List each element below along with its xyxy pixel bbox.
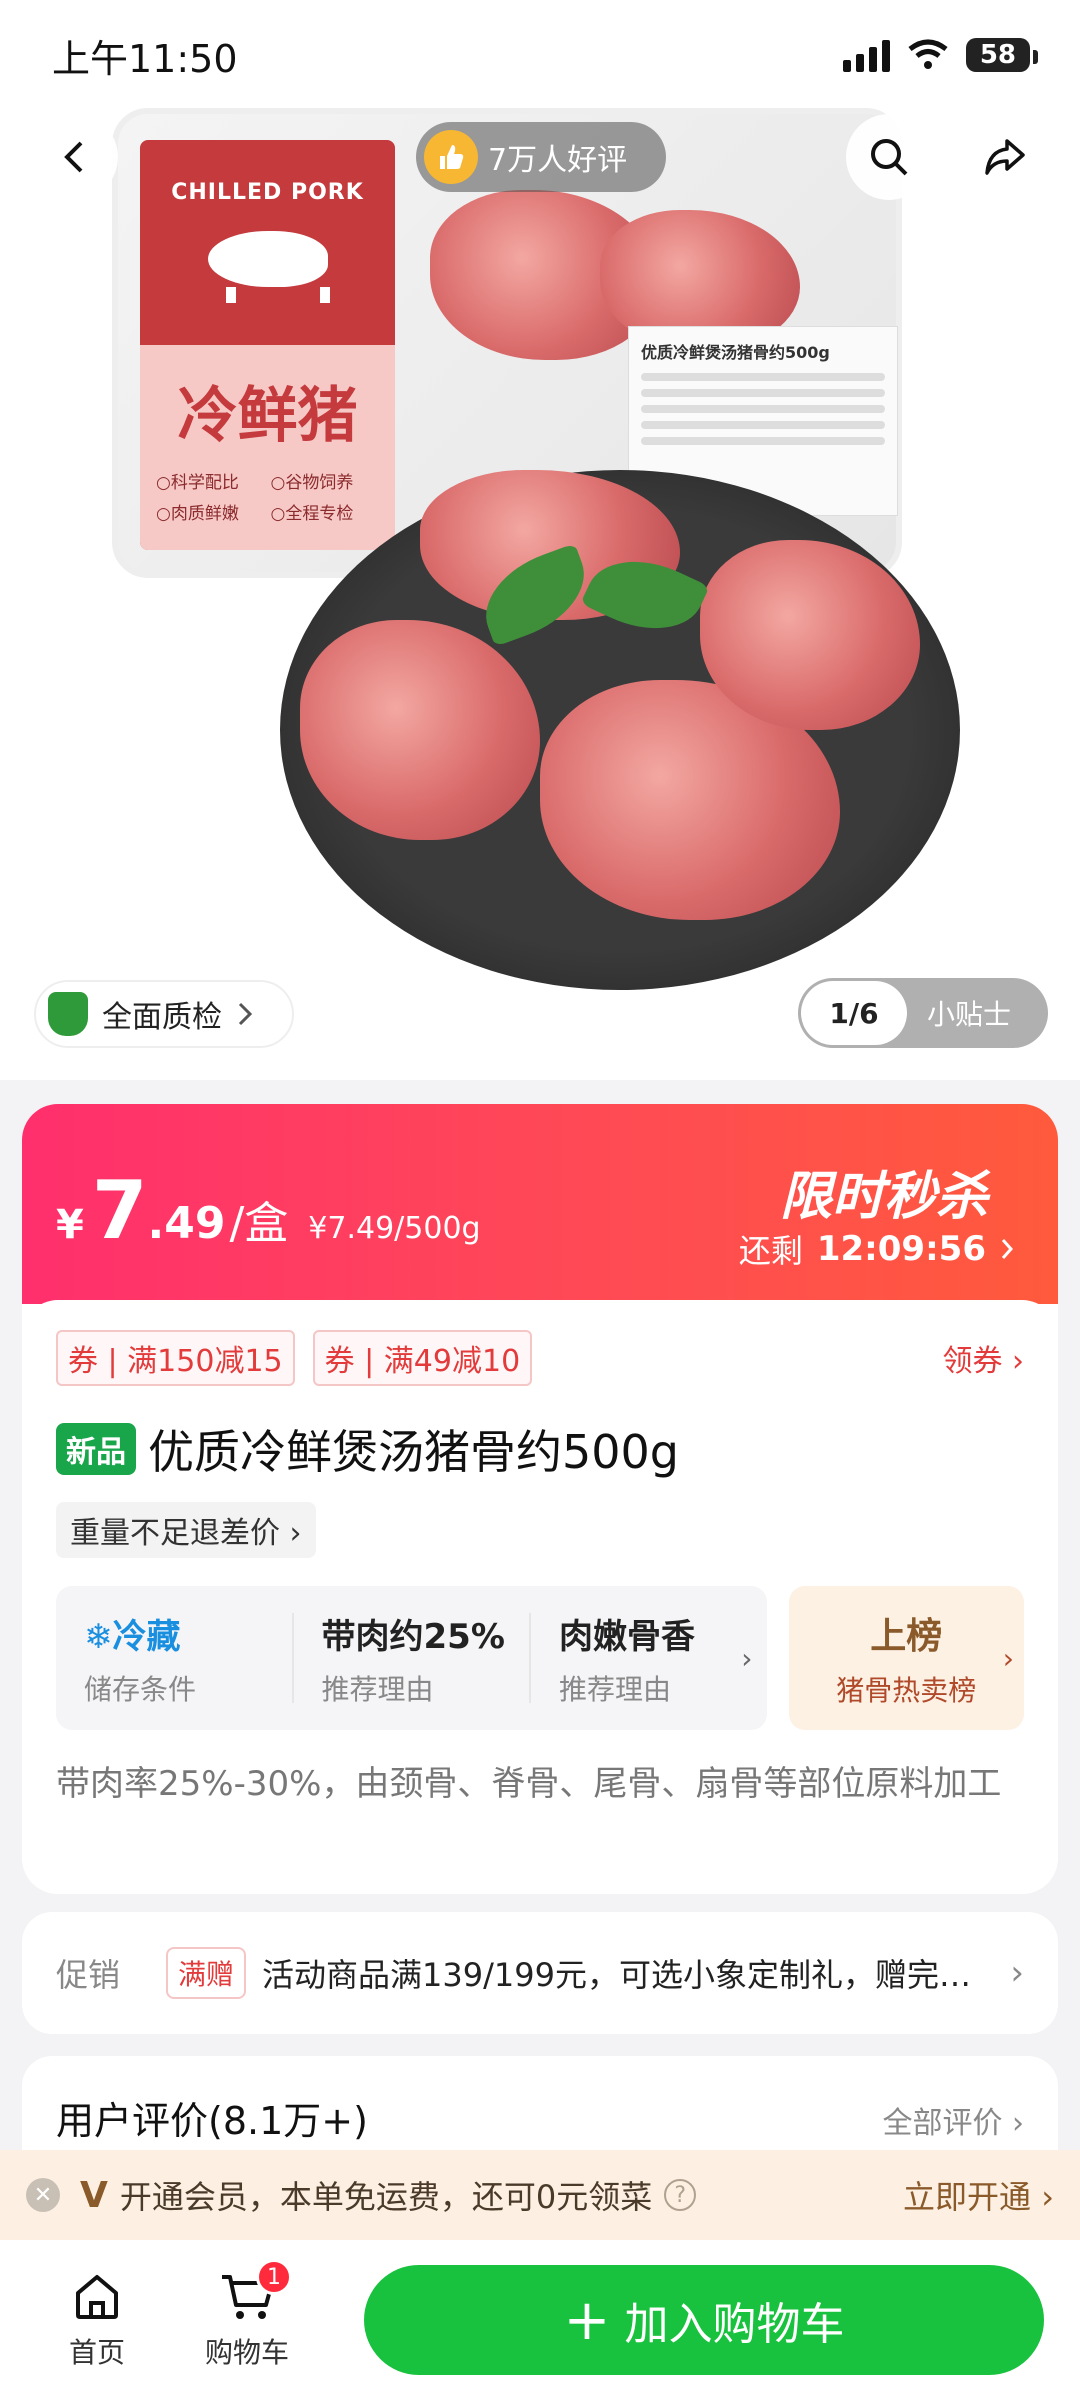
price-card: ¥ 7 .49 /盒 ¥7.49/500g 限时秒杀 还剩 12:09:56 券… [22, 1104, 1058, 1894]
quality-check-badge[interactable]: 全面质检 [34, 980, 294, 1048]
price-integer: 7 [91, 1164, 148, 1257]
price-currency: ¥ [56, 1202, 84, 1248]
attribute-taste: 肉嫩骨香 推荐理由 [531, 1613, 767, 1706]
package-info-title: 优质冷鲜煲汤猪骨约500g [641, 343, 830, 362]
open-membership-link[interactable]: 立即开通 › [903, 2172, 1054, 2218]
ranking-badge[interactable]: 上榜 猪骨热卖榜 › [788, 1586, 1024, 1730]
share-button[interactable] [962, 114, 1048, 200]
product-title: 优质冷鲜煲汤猪骨约500g [148, 1425, 679, 1479]
flash-sale-title: 限时秒杀 [779, 1167, 988, 1227]
search-button[interactable] [846, 114, 932, 200]
nav-cart-label: 购物车 [204, 2336, 289, 2369]
praise-text: 7万人好评 [488, 143, 628, 178]
promotion-tag: 满赠 [166, 1947, 247, 1999]
nav-home-label: 首页 [68, 2336, 125, 2369]
new-product-badge: 新品 [56, 1423, 136, 1475]
promotion-text: 活动商品满139/199元，可选小象定制礼，赠完即止 [262, 1956, 997, 1994]
ranking-subtitle: 猪骨热卖榜 [836, 1674, 977, 1707]
status-time: 上午11:50 [52, 36, 238, 81]
countdown-label: 还剩 [738, 1232, 803, 1270]
cart-count-badge: 1 [256, 2259, 292, 2295]
attribute-label: 推荐理由 [321, 1672, 434, 1706]
weight-refund-tag[interactable]: 重量不足退差价 › [56, 1502, 316, 1558]
chevron-right-icon [238, 1002, 253, 1026]
promotion-row[interactable]: 促销 满赠 活动商品满139/199元，可选小象定制礼，赠完即止 › [22, 1912, 1058, 2034]
close-icon[interactable]: ✕ [26, 2178, 60, 2212]
package-feature: ○肉质鲜嫩 [156, 504, 239, 524]
chevron-right-icon: › [741, 1642, 753, 1675]
attribute-storage: ❄冷藏 储存条件 [56, 1613, 294, 1706]
quality-shield-icon [48, 992, 88, 1036]
flash-sale-banner: ¥ 7 .49 /盒 ¥7.49/500g 限时秒杀 还剩 12:09:56 [22, 1104, 1058, 1304]
image-pager[interactable]: 1/6 小贴士 [798, 978, 1048, 1048]
vip-logo-icon: V [80, 2174, 108, 2216]
share-icon [985, 139, 1025, 175]
chevron-right-icon [1001, 1239, 1014, 1259]
attribute-value: 肉嫩骨香 [559, 1616, 695, 1657]
reviews-title: 用户评价(8.1万+) [56, 2099, 368, 2143]
attribute-value: ❄冷藏 [84, 1616, 181, 1657]
help-icon[interactable]: ? [664, 2179, 697, 2211]
package-feature: ○全程专检 [270, 504, 354, 524]
countdown-time: 12:09:56 [816, 1229, 986, 1269]
signal-icon [842, 38, 890, 72]
back-button[interactable] [32, 114, 118, 200]
ranking-title: 上榜 [870, 1616, 943, 1657]
pig-icon [207, 231, 330, 303]
countdown[interactable]: 还剩 12:09:56 [739, 1226, 1014, 1272]
attribute-label: 储存条件 [84, 1672, 197, 1706]
bottom-navigation: 首页 1 购物车 + 加入购物车 [0, 2240, 1080, 2400]
thumbs-up-icon [424, 130, 478, 184]
nav-home[interactable]: 首页 [22, 2269, 172, 2371]
attribute-value: 带肉约25% [321, 1616, 505, 1657]
membership-text: 开通会员，本单免运费，还可0元领菜 [119, 2178, 653, 2216]
tips-tab[interactable]: 小贴士 [907, 993, 1011, 1033]
attribute-meat-ratio: 带肉约25% 推荐理由 [294, 1613, 531, 1706]
price-decimal: .49 [147, 1198, 226, 1249]
package-label: CHILLED PORK 冷鲜猪 ○科学配比 ○谷物饲养 ○肉质鲜嫩 ○全程专检 [140, 140, 395, 550]
package-label-big: 冷鲜猪 [177, 381, 358, 451]
add-to-cart-label: 加入购物车 [624, 2299, 845, 2350]
product-attributes[interactable]: ❄冷藏 储存条件 带肉约25% 推荐理由 肉嫩骨香 推荐理由 › [56, 1586, 767, 1730]
nav-cart[interactable]: 1 购物车 [172, 2259, 322, 2371]
price-per-weight: ¥7.49/500g [308, 1211, 481, 1246]
package-feature: ○科学配比 [156, 473, 239, 493]
status-bar: 上午11:50 58 [0, 0, 1080, 110]
membership-banner[interactable]: ✕ V 开通会员，本单免运费，还可0元领菜 ? 立即开通 › [0, 2150, 1080, 2240]
chevron-right-icon: › [1002, 1642, 1014, 1675]
add-to-cart-button[interactable]: + 加入购物车 [364, 2265, 1044, 2375]
product-description: 带肉率25%-30%，由颈骨、脊骨、尾骨、扇骨等部位原料加工 [56, 1764, 1002, 1804]
get-coupon-link[interactable]: 领券 › [942, 1336, 1024, 1380]
coupon-tag[interactable]: 券 | 满49减10 [312, 1330, 533, 1386]
package-label-top: CHILLED PORK [171, 180, 364, 205]
all-reviews-link[interactable]: 全部评价 › [882, 2098, 1024, 2142]
promotion-label: 促销 [56, 1956, 121, 1994]
quality-check-text: 全面质检 [102, 1000, 222, 1035]
attribute-label: 推荐理由 [559, 1672, 672, 1706]
chevron-right-icon: › [1010, 1953, 1024, 1993]
coupon-row: 券 | 满150减15 券 | 满49减10 领券 › [56, 1330, 1024, 1386]
chevron-left-icon [64, 141, 83, 173]
battery-icon: 58 [965, 38, 1039, 72]
price-unit: /盒 [229, 1198, 289, 1249]
pager-index: 1/6 [801, 981, 907, 1045]
praise-badge[interactable]: 7万人好评 [416, 122, 666, 192]
coupon-tag[interactable]: 券 | 满150减15 [56, 1330, 295, 1386]
package-feature: ○谷物饲养 [270, 473, 354, 493]
plus-icon: + [563, 2287, 611, 2353]
wifi-icon [908, 39, 948, 69]
search-icon [871, 139, 908, 176]
home-icon [76, 2275, 118, 2319]
